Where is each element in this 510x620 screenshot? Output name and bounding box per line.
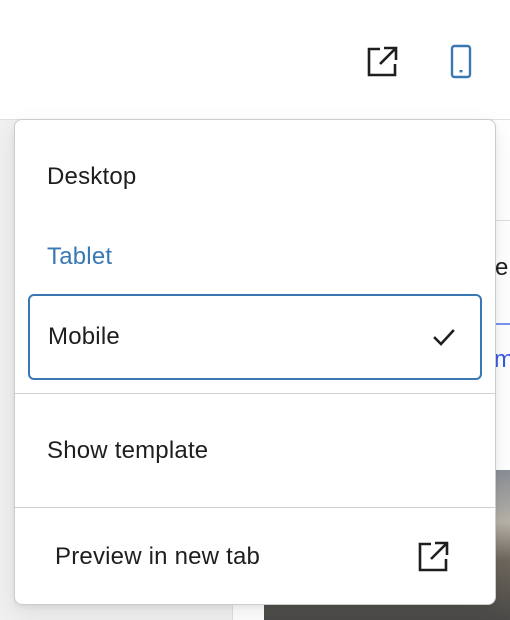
checkmark-icon bbox=[433, 329, 455, 346]
menu-item-desktop[interactable]: Desktop bbox=[15, 142, 495, 212]
menu-item-mobile[interactable]: Mobile bbox=[28, 294, 482, 380]
canvas-link-fragment: m bbox=[494, 346, 510, 373]
menu-item-preview-new-tab[interactable]: Preview in new tab bbox=[15, 522, 495, 592]
menu-item-label: Tablet bbox=[47, 243, 113, 270]
preview-button[interactable] bbox=[358, 38, 406, 86]
menu-item-tablet[interactable]: Tablet bbox=[15, 222, 495, 292]
menu-item-label: Desktop bbox=[47, 163, 137, 190]
editor-stage: e m Desktop Tablet Mobile Show template … bbox=[0, 0, 510, 620]
external-link-icon bbox=[418, 541, 449, 572]
menu-item-label: Show template bbox=[47, 437, 209, 464]
menu-item-label: Preview in new tab bbox=[55, 543, 261, 570]
device-preview-button[interactable] bbox=[437, 38, 485, 86]
menu-item-label: Mobile bbox=[48, 323, 120, 350]
device-preview-menu: Desktop Tablet Mobile Show template Prev… bbox=[14, 119, 496, 605]
menu-divider bbox=[15, 393, 495, 394]
menu-divider bbox=[15, 507, 495, 508]
top-toolbar bbox=[0, 0, 510, 120]
external-link-icon bbox=[367, 46, 398, 77]
mobile-device-icon bbox=[450, 44, 472, 79]
menu-item-show-template[interactable]: Show template bbox=[15, 416, 495, 486]
canvas-text-fragment: e bbox=[495, 254, 509, 281]
